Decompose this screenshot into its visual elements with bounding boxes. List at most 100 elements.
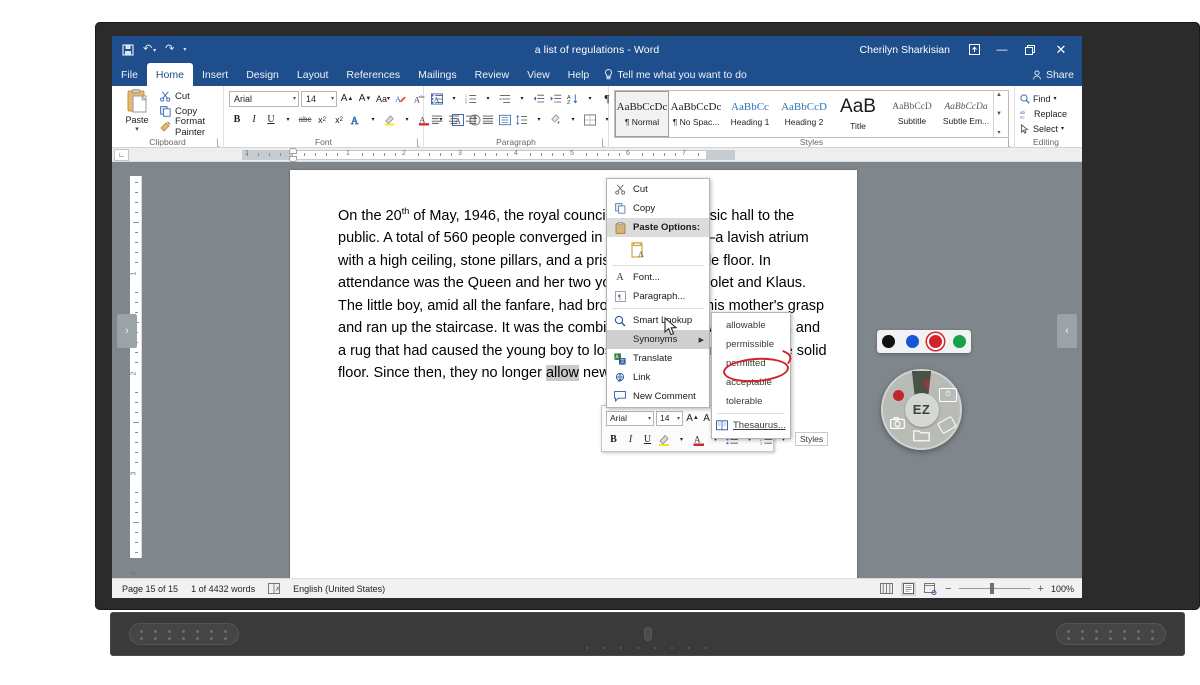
align-left-icon[interactable] (429, 112, 445, 128)
text-effects-dropdown-icon[interactable]: ▾ (365, 112, 381, 128)
multilevel-dropdown-icon[interactable]: ▾ (514, 91, 530, 107)
strikethrough-icon[interactable]: abc (297, 112, 313, 128)
ink-color-palette[interactable] (877, 330, 971, 353)
bullets-icon[interactable] (429, 91, 445, 107)
justify-icon[interactable] (480, 112, 496, 128)
thesaurus-item[interactable]: Thesaurus... (712, 416, 790, 435)
font-dialog-launcher[interactable]: ⎣ (417, 139, 421, 147)
select-dropdown-icon[interactable]: ▾ (1061, 125, 1064, 132)
font-name-dropdown-icon[interactable]: ▾ (293, 95, 296, 102)
eraser-icon[interactable] (937, 415, 957, 435)
vertical-ruler[interactable]: 1 2 3 4 (130, 176, 142, 593)
color-swatch-black[interactable] (882, 335, 896, 348)
subscript-icon[interactable]: x2 (314, 112, 330, 128)
print-layout-icon[interactable] (901, 581, 917, 596)
decrease-indent-icon[interactable] (531, 91, 547, 107)
underline-dropdown-icon[interactable]: ▾ (280, 112, 296, 128)
synonym-permissible[interactable]: permissible (712, 335, 790, 354)
select-button[interactable]: Select ▾ (1020, 121, 1072, 136)
text-effects-icon[interactable]: A (348, 112, 364, 128)
tab-home[interactable]: Home (146, 63, 193, 86)
horizontal-ruler[interactable]: ∟ 1 1 2 3 4 5 6 7 (112, 148, 1082, 162)
minimize-button[interactable]: — (988, 36, 1016, 63)
zoom-out-button[interactable]: − (945, 583, 951, 595)
style-heading-2[interactable]: AaBbCcD Heading 2 (777, 91, 831, 137)
tab-file[interactable]: File (112, 63, 147, 86)
align-center-icon[interactable] (446, 112, 462, 128)
zoom-in-button[interactable]: + (1038, 583, 1044, 595)
tab-view[interactable]: View (518, 63, 559, 86)
zoom-level[interactable]: 100% (1051, 584, 1074, 594)
context-menu-item-synonyms[interactable]: Synonyms ▶ (607, 330, 709, 349)
borders-icon[interactable] (582, 112, 598, 128)
context-menu[interactable]: Cut Copy Paste Options: A A Font... ¶ Pa… (606, 178, 710, 408)
font-name-box[interactable]: Arial ▾ (229, 90, 300, 107)
mini-italic-icon[interactable]: I (623, 431, 638, 447)
zoom-slider-thumb[interactable] (990, 583, 995, 594)
styles-dialog-launcher[interactable]: ⎣ (1008, 139, 1012, 147)
gallery-scroll-up-icon[interactable]: ▲ (996, 92, 1002, 98)
context-menu-item-translate[interactable]: A文 Translate (607, 349, 709, 368)
text-highlight-color-icon[interactable] (382, 112, 398, 128)
text-highlight-dropdown-icon[interactable]: ▾ (399, 112, 415, 128)
find-dropdown-icon[interactable]: ▾ (1054, 95, 1057, 102)
color-swatch-red[interactable] (929, 335, 943, 348)
web-layout-icon[interactable] (923, 582, 938, 596)
shading-dropdown-icon[interactable]: ▾ (565, 112, 581, 128)
mini-underline-icon[interactable]: U (640, 431, 655, 447)
align-right-icon[interactable] (463, 112, 479, 128)
styles-gallery[interactable]: AaBbCcDc ¶ Normal AaBbCcDc ¶ No Spac... … (614, 90, 1009, 138)
change-case-icon[interactable]: Aa ▾ (375, 91, 391, 107)
folder-icon[interactable] (912, 429, 930, 442)
collapse-arrow-right[interactable]: ‹ (1057, 314, 1077, 348)
cut-button[interactable]: Cut (160, 89, 223, 104)
styles-gallery-scroll[interactable]: ▲ ▼ ▾ (993, 91, 1004, 137)
clipboard-dialog-launcher[interactable]: ⎣ (217, 139, 221, 147)
sort-icon[interactable]: AZ (565, 91, 581, 107)
style-no-spacing[interactable]: AaBbCcDc ¶ No Spac... (669, 91, 723, 137)
share-button[interactable]: Share (1032, 63, 1074, 86)
context-menu-item-smart-lookup[interactable]: Smart Lookup (607, 311, 709, 330)
tell-me-box[interactable]: Tell me what you want to do (598, 63, 747, 86)
clear-formatting-icon[interactable]: A (393, 91, 409, 107)
replace-button[interactable]: ab ac Replace (1020, 106, 1072, 121)
context-menu-item-copy[interactable]: Copy (607, 199, 709, 218)
context-menu-item-link[interactable]: Link (607, 368, 709, 387)
tab-mailings[interactable]: Mailings (409, 63, 466, 86)
mini-bold-icon[interactable]: B (606, 431, 621, 447)
font-size-dropdown-icon[interactable]: ▾ (331, 95, 334, 102)
style-normal[interactable]: AaBbCcDc ¶ Normal (615, 91, 669, 137)
line-spacing-icon[interactable] (497, 112, 513, 128)
mini-font-size-box[interactable]: 14 ▾ (656, 410, 684, 426)
paste-dropdown-arrow[interactable]: ▾ (118, 125, 156, 133)
synonym-allowable[interactable]: allowable (712, 316, 790, 335)
multilevel-list-icon[interactable] (497, 91, 513, 107)
gallery-more-icon[interactable]: ▾ (997, 129, 1000, 136)
style-title[interactable]: AaB Title (831, 91, 885, 137)
bullets-dropdown-icon[interactable]: ▾ (446, 91, 462, 107)
context-menu-item-font[interactable]: A Font... (607, 268, 709, 287)
context-menu-item-new-comment[interactable]: New Comment (607, 387, 709, 406)
sort-dropdown-icon[interactable]: ▾ (582, 91, 598, 107)
mini-font-name-box[interactable]: Arial ▾ (606, 410, 655, 426)
context-menu-item-paragraph[interactable]: ¶ Paragraph... (607, 287, 709, 306)
account-name[interactable]: Cherilyn Sharkisian (860, 44, 950, 56)
zoom-slider[interactable] (958, 583, 1031, 594)
record-icon[interactable] (893, 390, 904, 401)
superscript-icon[interactable]: x2 (331, 112, 347, 128)
page-indicator[interactable]: Page 15 of 15 (122, 584, 178, 594)
proofing-errors-icon[interactable]: ✗ (268, 583, 280, 594)
language-indicator[interactable]: English (United States) (293, 584, 385, 594)
paste-option-keep-text-only[interactable]: A (607, 237, 709, 263)
close-button[interactable]: ✕ (1044, 36, 1078, 63)
style-subtle-emphasis[interactable]: AaBbCcDa Subtle Em... (939, 91, 993, 137)
ez-center-button[interactable]: EZ (904, 392, 939, 427)
selected-word[interactable]: allow (545, 365, 580, 382)
word-count[interactable]: 1 of 4432 words (191, 584, 255, 594)
paragraph-spacing-dropdown-icon[interactable]: ▾ (531, 112, 547, 128)
read-mode-icon[interactable] (879, 582, 894, 596)
find-button[interactable]: Find ▾ (1020, 91, 1072, 106)
tab-design[interactable]: Design (237, 63, 288, 86)
camera-icon[interactable] (890, 417, 905, 429)
ez-wheel-widget[interactable]: ✎ ⏱ EZ (881, 369, 962, 450)
